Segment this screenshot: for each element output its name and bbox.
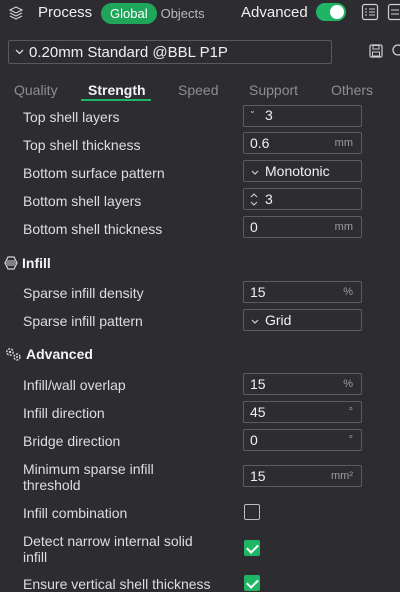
infill-section-title: Infill [22, 255, 51, 271]
infill-wall-overlap-label: Infill/wall overlap [23, 377, 126, 393]
panel-title: Process [38, 4, 92, 21]
bottom-shell-thickness-label: Bottom shell thickness [23, 221, 162, 237]
tab-others[interactable]: Others [331, 82, 373, 98]
bottom-shell-thickness-input[interactable]: 0 mm [243, 216, 362, 238]
gears-icon [4, 346, 22, 362]
settings-tabs: Quality Strength Speed Support Others [0, 82, 400, 104]
top-shell-layers-value: 3 [265, 107, 273, 123]
minimum-sparse-infill-label-line1: Minimum sparse infill [23, 461, 154, 477]
bridge-direction-value: 0 [250, 432, 258, 448]
infill-direction-value: 45 [250, 404, 266, 420]
minimum-sparse-infill-threshold-label: Minimum sparse infill threshold [23, 461, 154, 493]
unit-percent: % [343, 378, 353, 390]
scope-global-button[interactable]: Global [101, 3, 157, 24]
save-icon[interactable] [369, 44, 383, 58]
top-shell-thickness-label: Top shell thickness [23, 137, 141, 153]
bottom-shell-layers-value: 3 [265, 191, 273, 207]
unit-mm: mm [335, 221, 353, 233]
bottom-surface-pattern-select[interactable]: Monotonic [243, 160, 362, 182]
bottom-surface-pattern-value: Monotonic [265, 163, 330, 179]
infill-direction-label: Infill direction [23, 405, 105, 421]
search-icon[interactable] [391, 43, 400, 59]
active-tab-indicator [81, 99, 151, 101]
sparse-infill-density-label: Sparse infill density [23, 285, 144, 301]
preset-name: 0.20mm Standard @BBL P1P [29, 44, 228, 61]
advanced-toggle[interactable] [316, 3, 346, 21]
sparse-infill-pattern-value: Grid [265, 312, 291, 328]
infill-combination-label: Infill combination [23, 505, 127, 521]
bridge-direction-input[interactable]: 0 ° [243, 429, 362, 451]
minimum-sparse-infill-threshold-input[interactable]: 15 mm² [243, 465, 362, 487]
sparse-infill-pattern-label: Sparse infill pattern [23, 313, 143, 329]
infill-wall-overlap-value: 15 [250, 376, 266, 392]
detect-narrow-internal-solid-infill-label: Detect narrow internal solid infill [23, 533, 193, 565]
preset-dropdown[interactable]: 0.20mm Standard @BBL P1P [8, 40, 332, 64]
scope-objects-button[interactable]: Objects [157, 6, 205, 21]
detect-narrow-label-line1: Detect narrow internal solid [23, 533, 193, 549]
unit-mm: mm [335, 137, 353, 149]
tab-strength[interactable]: Strength [88, 82, 146, 98]
chevron-down-icon [251, 319, 259, 324]
detect-narrow-internal-solid-infill-checkbox[interactable] [244, 540, 260, 556]
unit-degree: ° [349, 434, 353, 446]
advanced-label: Advanced [241, 4, 308, 21]
minimum-sparse-infill-label-line2: threshold [23, 477, 154, 493]
layers-icon [8, 5, 24, 21]
sparse-infill-density-input[interactable]: 15 % [243, 281, 362, 303]
detect-narrow-label-line2: infill [23, 549, 193, 565]
scope-switch[interactable]: Global Objects [101, 2, 205, 24]
infill-combination-checkbox[interactable] [244, 504, 260, 520]
bridge-direction-label: Bridge direction [23, 433, 120, 449]
compare-icon[interactable] [387, 3, 400, 21]
top-shell-thickness-input[interactable]: 0.6 mm [243, 132, 362, 154]
bottom-shell-layers-stepper[interactable]: 3 [243, 188, 362, 210]
top-shell-thickness-value: 0.6 [250, 135, 269, 151]
advanced-section-header: Advanced [4, 346, 93, 362]
top-shell-layers-label: Top shell layers [23, 109, 120, 125]
minimum-sparse-infill-threshold-value: 15 [250, 468, 266, 484]
toggle-knob [330, 5, 344, 19]
ensure-vertical-shell-thickness-checkbox[interactable] [244, 575, 260, 591]
bottom-shell-thickness-value: 0 [250, 219, 258, 235]
stepper-arrows-icon[interactable]: ⌄ [249, 106, 256, 115]
chevron-down-icon [251, 170, 259, 175]
tab-support[interactable]: Support [249, 82, 298, 98]
sparse-infill-pattern-select[interactable]: Grid [243, 309, 362, 331]
tab-speed[interactable]: Speed [178, 82, 218, 98]
bottom-shell-layers-label: Bottom shell layers [23, 193, 141, 209]
advanced-section-title: Advanced [26, 346, 93, 362]
bottom-surface-pattern-label: Bottom surface pattern [23, 165, 165, 181]
list-icon[interactable] [361, 3, 379, 21]
infill-icon [4, 256, 18, 270]
unit-degree: ° [349, 406, 353, 418]
chevron-down-icon [15, 49, 24, 55]
sparse-infill-density-value: 15 [250, 284, 266, 300]
infill-direction-input[interactable]: 45 ° [243, 401, 362, 423]
stepper-arrows-icon[interactable] [250, 192, 258, 207]
top-shell-layers-stepper[interactable]: ⌄ 3 [243, 105, 362, 127]
tab-quality[interactable]: Quality [14, 82, 58, 98]
unit-mm-squared: mm² [331, 470, 353, 482]
infill-section-header: Infill [4, 255, 51, 271]
unit-percent: % [343, 286, 353, 298]
infill-wall-overlap-input[interactable]: 15 % [243, 373, 362, 395]
ensure-vertical-shell-thickness-label: Ensure vertical shell thickness [23, 576, 211, 592]
